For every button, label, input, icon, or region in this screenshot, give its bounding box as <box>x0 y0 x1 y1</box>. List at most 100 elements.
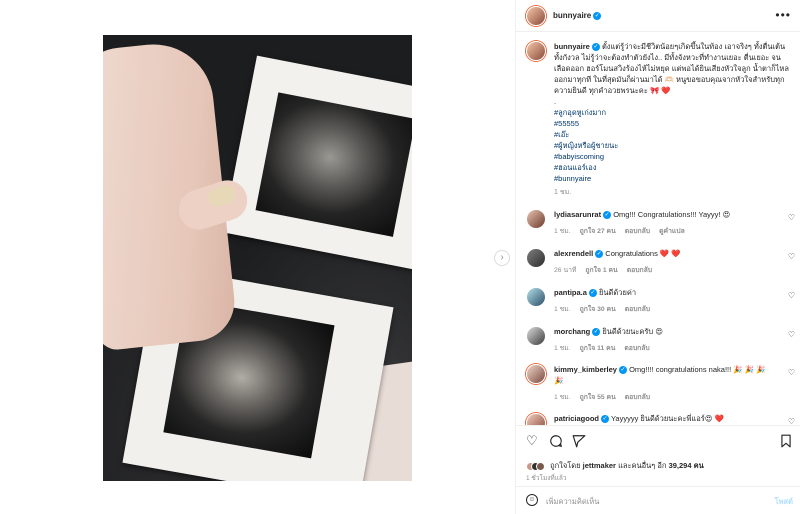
verified-badge-icon: ✓ <box>591 43 600 52</box>
comment-item: pantipa.a ✓ ยินดีด้วยค่า 1 ชม. ถูกใจ 30 คน… <box>526 287 800 314</box>
comment-avatar[interactable] <box>526 287 546 307</box>
comment-username[interactable]: kimmy_kimberley <box>554 365 617 374</box>
heart-outline-icon[interactable]: ♡ <box>526 434 538 448</box>
comment-text: lydiasarunrat ✓ Omg!!! Congratulations!!!… <box>554 209 776 220</box>
reply-button[interactable]: ตอบกลับ <box>624 345 649 352</box>
comment-item: lydiasarunrat ✓ Omg!!! Congratulations!!!… <box>526 209 800 236</box>
comment-body: Omg!!! Congratulations!!! Yayyy! 😍 <box>613 210 731 219</box>
likes-count[interactable]: 39,294 คน <box>669 461 704 470</box>
hashtag[interactable]: #bunnyaire <box>554 173 794 184</box>
comment-time: 1 ชม. <box>554 228 571 235</box>
comment-body: Yayyyyy ยินดีด้วยนะคะพี่แอร์😍 ❤️ <box>610 414 725 423</box>
caption-avatar[interactable] <box>526 41 546 61</box>
comment-like-icon[interactable]: ♡ <box>788 330 795 339</box>
post-header: bunnyaire ✓ ••• <box>516 0 800 32</box>
comment-username[interactable]: patriciagood <box>554 414 599 423</box>
comment-likes[interactable]: ถูกใจ 55 คน <box>580 394 616 401</box>
liker-avatar <box>536 461 545 471</box>
hashtag[interactable]: #เอ๊ะ <box>554 129 794 140</box>
reply-button[interactable]: ตอบกลับ <box>625 394 650 401</box>
comment-item: morchang ✓ ยินดีด้วยนะครับ 😍 1 ชม. ถูกใจ 1… <box>526 326 800 353</box>
hashtag[interactable]: #ผู้หญิงหรือผู้ชายนะ <box>554 140 794 151</box>
comment-avatar[interactable] <box>526 364 546 384</box>
comment-body: Congratulations ❤️ ❤️ <box>605 249 681 258</box>
reply-button[interactable]: ตอบกลับ <box>625 306 650 313</box>
reply-button[interactable]: ตอบกลับ <box>627 267 652 274</box>
comment-like-icon[interactable]: ♡ <box>788 417 795 425</box>
comment-meta: 1 ชม. ถูกใจ 55 คน ตอบกลับ <box>554 391 800 402</box>
likes-prefix: ถูกใจโดย <box>550 461 581 470</box>
ultrasound-scan-upper <box>255 92 412 237</box>
comment-avatar[interactable] <box>526 248 546 268</box>
bookmark-icon[interactable] <box>780 434 792 451</box>
post-caption: bunnyaire ✓ ตั้งแต่รู้ว่าจะมีชีวิตน้อยๆเก… <box>526 41 794 198</box>
comment-body: ยินดีด้วยค่า <box>599 288 637 297</box>
comment-input[interactable] <box>546 494 746 508</box>
comment-meta: 1 ชม. ถูกใจ 11 คน ตอบกลับ <box>554 342 800 353</box>
verified-badge-icon: ✓ <box>603 211 612 220</box>
verified-badge-icon: ✓ <box>618 366 627 375</box>
hashtag[interactable]: #ลูกอุดหูเก่งมาก <box>554 107 794 118</box>
reply-button[interactable]: ตอบกลับ <box>625 228 650 235</box>
comment-text: pantipa.a ✓ ยินดีด้วยค่า <box>554 287 776 298</box>
comment-like-icon[interactable]: ♡ <box>788 368 795 377</box>
post-time[interactable]: 1 ชั่วโมงที่แล้ว <box>526 473 567 483</box>
verified-badge-icon: ✓ <box>588 289 597 298</box>
comment-username[interactable]: morchang <box>554 327 590 336</box>
comment-username[interactable]: lydiasarunrat <box>554 210 601 219</box>
comment-body: ยินดีด้วยนะครับ 😍 <box>602 327 664 336</box>
comment-likes[interactable]: ถูกใจ 27 คน <box>580 228 616 235</box>
add-comment-bar: ☺ โพสต์ <box>516 486 800 514</box>
post-sidebar: bunnyaire ✓ ••• bunnyaire ✓ ตั้งแต่รู้ว่าจ… <box>515 0 800 514</box>
comment-likes[interactable]: ถูกใจ 1 คน <box>585 267 617 274</box>
comment-username[interactable]: alexrendell <box>554 249 593 258</box>
comment-meta: 1 ชม. ถูกใจ 30 คน ตอบกลับ <box>554 303 800 314</box>
comment-username[interactable]: pantipa.a <box>554 288 587 297</box>
likes-summary[interactable]: ถูกใจโดย jettmaker และคนอื่นๆ อีก 39,294… <box>526 460 704 472</box>
comment-likes[interactable]: ถูกใจ 30 คน <box>580 306 616 313</box>
next-chevron-icon[interactable]: › <box>494 250 510 266</box>
author-avatar[interactable] <box>526 6 546 26</box>
comment-likes[interactable]: ถูกใจ 11 คน <box>580 345 616 352</box>
likes-user[interactable]: jettmaker <box>583 461 616 470</box>
comment-avatar[interactable] <box>526 326 546 346</box>
comments-scroll-area[interactable]: bunnyaire ✓ ตั้งแต่รู้ว่าจะมีชีวิตน้อยๆเก… <box>516 33 800 425</box>
comment-text: kimmy_kimberley ✓ Omg!!!! congratulations… <box>554 364 776 386</box>
comment-like-icon[interactable]: ♡ <box>788 291 795 300</box>
comment-item: patriciagood ✓ Yayyyyy ยินดีด้วยนะคะพี่แอ… <box>526 413 800 425</box>
media-area: › <box>0 0 515 514</box>
comment-like-icon[interactable]: ♡ <box>788 252 795 261</box>
verified-badge-icon: ✓ <box>592 328 601 337</box>
caption-username[interactable]: bunnyaire <box>554 42 590 51</box>
comment-item: alexrendell ✓ Congratulations ❤️ ❤️ 26 นา… <box>526 248 800 275</box>
hashtag[interactable]: #ฮอนแอร์เอง <box>554 162 794 173</box>
likes-middle: และคนอื่นๆ อีก <box>618 461 667 470</box>
verified-badge-icon: ✓ <box>595 250 604 259</box>
comment-text: alexrendell ✓ Congratulations ❤️ ❤️ <box>554 248 776 259</box>
comment-item: kimmy_kimberley ✓ Omg!!!! congratulations… <box>526 364 800 402</box>
author-username[interactable]: bunnyaire ✓ <box>553 11 602 20</box>
caption-time: 1 ชม. <box>554 189 572 196</box>
comment-time: 1 ชม. <box>554 394 571 401</box>
hashtag[interactable]: #babyiscoming <box>554 151 794 162</box>
more-options-icon[interactable]: ••• <box>775 8 791 22</box>
caption-dot: . <box>554 97 557 106</box>
comment-bubble-icon[interactable] <box>549 434 563 451</box>
comment-avatar[interactable] <box>526 413 546 425</box>
comment-text: morchang ✓ ยินดีด้วยนะครับ 😍 <box>554 326 776 337</box>
instagram-post-view: › bunnyaire ✓ ••• bunnyaire ✓ ตั้งแต่รู้ว่… <box>0 0 800 514</box>
hashtag[interactable]: #55555 <box>554 118 794 129</box>
verified-badge-icon: ✓ <box>593 11 602 20</box>
comment-like-icon[interactable]: ♡ <box>788 213 795 222</box>
post-photo[interactable] <box>103 35 412 481</box>
paper-plane-icon[interactable] <box>572 434 586 451</box>
comment-text: patriciagood ✓ Yayyyyy ยินดีด้วยนะคะพี่แอ… <box>554 413 776 424</box>
translate-button[interactable]: ดูคำแปล <box>659 228 685 235</box>
comment-avatar[interactable] <box>526 209 546 229</box>
comment-time: 26 นาที <box>554 267 577 274</box>
emoji-icon[interactable]: ☺ <box>526 494 538 506</box>
comment-meta: 1 ชม. ถูกใจ 27 คน ตอบกลับ ดูคำแปล <box>554 225 800 236</box>
post-comment-button[interactable]: โพสต์ <box>775 496 793 508</box>
comment-time: 1 ชม. <box>554 345 571 352</box>
comment-meta: 26 นาที ถูกใจ 1 คน ตอบกลับ <box>554 264 800 275</box>
